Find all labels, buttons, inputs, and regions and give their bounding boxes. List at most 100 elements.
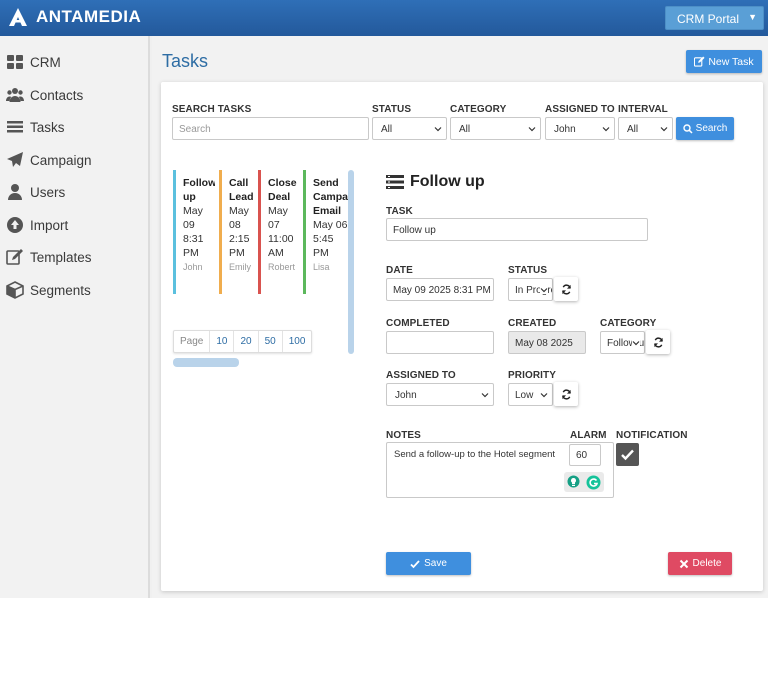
- priority-select[interactable]: Low: [508, 383, 553, 406]
- created-field-label: CREATED: [508, 318, 557, 329]
- assigned-select-value: John: [395, 390, 417, 401]
- category-filter-value: All: [459, 124, 471, 135]
- edit-icon: [694, 56, 705, 67]
- user-icon: [8, 184, 22, 200]
- task-card-follow-up[interactable]: Follow up May 09 8:31 PM John: [173, 170, 215, 294]
- portal-select[interactable]: CRM Portal ▼: [665, 6, 764, 30]
- sidebar-item-segments[interactable]: Segments: [6, 281, 91, 299]
- task-card-assignee: Lisa: [313, 262, 330, 272]
- app-body: CRM Contacts Tasks Campaign Users Import…: [0, 36, 768, 598]
- notification-checkbox[interactable]: [616, 443, 639, 466]
- task-name-input[interactable]: Follow up: [386, 218, 648, 241]
- search-icon: [682, 123, 693, 134]
- top-bar: ANTAMEDIA CRM Portal ▼: [0, 0, 768, 36]
- refresh-priority-button[interactable]: [554, 382, 578, 406]
- status-filter-label: STATUS: [372, 104, 412, 115]
- assigned-filter-label: ASSIGNED TO: [545, 104, 615, 115]
- status-filter-value: All: [381, 124, 393, 135]
- task-card-call-lead[interactable]: Call Lead May 08 2:15 PM Emily: [219, 170, 257, 294]
- date-field-label: DATE: [386, 265, 413, 276]
- sidebar-item-users[interactable]: Users: [6, 183, 65, 201]
- sidebar-item-campaign[interactable]: Campaign: [6, 151, 92, 169]
- sidebar: CRM Contacts Tasks Campaign Users Import…: [0, 36, 150, 598]
- status-field-label: STATUS: [508, 265, 548, 276]
- created-input: May 08 2025: [508, 331, 586, 354]
- alarm-input[interactable]: 60: [569, 444, 601, 466]
- chevron-down-icon: [602, 127, 610, 132]
- assigned-filter-select[interactable]: John: [545, 117, 615, 140]
- sidebar-item-contacts[interactable]: Contacts: [6, 86, 83, 104]
- date-input[interactable]: May 09 2025 8:31 PM: [386, 278, 494, 301]
- lightbulb-icon[interactable]: [567, 475, 580, 489]
- sidebar-item-label: Templates: [30, 249, 92, 265]
- sidebar-item-crm[interactable]: CRM: [6, 53, 61, 71]
- edit-icon: [6, 249, 23, 265]
- sidebar-item-tasks[interactable]: Tasks: [6, 118, 65, 136]
- status-filter-select[interactable]: All: [372, 117, 447, 140]
- users-icon: [6, 88, 24, 102]
- pager-label: Page: [180, 336, 204, 347]
- import-icon: [7, 217, 23, 233]
- category-field-label: CATEGORY: [600, 318, 657, 329]
- main-content: Tasks New Task SEARCH TASKS Search STATU…: [152, 36, 768, 598]
- priority-select-value: Low: [515, 390, 534, 401]
- notes-field-label: NOTES: [386, 430, 421, 441]
- chevron-down-icon: [540, 393, 548, 398]
- cards-vertical-scrollbar[interactable]: [348, 170, 354, 354]
- task-card-send-campaign-email[interactable]: Send Campaign Email May 06 5:45 PM Lisa: [303, 170, 348, 294]
- completed-input[interactable]: [386, 331, 494, 354]
- assigned-select[interactable]: John: [386, 383, 494, 406]
- chevron-down-icon: [434, 127, 442, 132]
- interval-filter-select[interactable]: All: [618, 117, 673, 140]
- new-task-button[interactable]: New Task: [686, 50, 762, 73]
- portal-select-value: CRM Portal: [677, 12, 740, 26]
- search-input[interactable]: Search: [172, 117, 369, 140]
- delete-button[interactable]: Delete: [668, 552, 732, 575]
- notification-field-label: NOTIFICATION: [616, 430, 688, 441]
- task-card-date: May 09 8:31 PM: [183, 205, 204, 259]
- page-size-100[interactable]: 100: [281, 331, 312, 352]
- task-card-date: May 06 5:45 PM: [313, 219, 348, 259]
- page-size-50[interactable]: 50: [257, 331, 282, 352]
- delete-button-label: Delete: [692, 558, 722, 569]
- grid-icon: [7, 55, 23, 69]
- sidebar-item-label: Campaign: [30, 152, 92, 168]
- interval-filter-value: All: [627, 124, 639, 135]
- cards-horizontal-scrollbar[interactable]: [173, 358, 239, 367]
- interval-filter-label: INTERVAL: [618, 104, 668, 115]
- chevron-down-icon: [528, 127, 536, 132]
- page-size-20[interactable]: 20: [233, 331, 257, 352]
- brand-name: ANTAMEDIA: [36, 7, 142, 26]
- sidebar-item-templates[interactable]: Templates: [6, 248, 92, 266]
- chevron-down-icon: [481, 393, 489, 398]
- task-field-label: TASK: [386, 206, 413, 217]
- save-button[interactable]: Save: [386, 552, 471, 575]
- refresh-category-button[interactable]: [646, 330, 670, 354]
- priority-field-label: PRIORITY: [508, 370, 557, 381]
- task-detail-title: Follow up: [386, 173, 485, 191]
- sidebar-item-label: Users: [30, 184, 66, 200]
- save-button-label: Save: [424, 558, 447, 569]
- task-card-assignee: Robert: [268, 262, 296, 272]
- assigned-filter-value: John: [554, 124, 576, 135]
- sidebar-item-import[interactable]: Import: [6, 216, 68, 234]
- status-select[interactable]: In Progress: [508, 278, 553, 301]
- sidebar-item-label: Import: [30, 217, 69, 233]
- assigned-field-label: ASSIGNED TO: [386, 370, 456, 381]
- page-size-10[interactable]: 10: [209, 331, 233, 352]
- grammarly-icon[interactable]: [586, 475, 601, 490]
- task-detail-title-text: Follow up: [410, 173, 485, 190]
- task-card-close-deal[interactable]: Close Deal May 07 11:00 AM Robert: [258, 170, 302, 294]
- search-tasks-label: SEARCH TASKS: [172, 104, 252, 115]
- search-button[interactable]: Search: [676, 117, 734, 140]
- refresh-icon: [561, 388, 571, 400]
- category-select[interactable]: Follow up: [600, 331, 645, 354]
- category-filter-select[interactable]: All: [450, 117, 541, 140]
- sidebar-item-label: Contacts: [30, 87, 84, 103]
- writing-assistant-icons: [564, 472, 604, 492]
- chevron-down-icon: [660, 127, 668, 132]
- brand[interactable]: ANTAMEDIA: [8, 7, 141, 27]
- paper-plane-icon: [7, 152, 23, 167]
- refresh-status-button[interactable]: [554, 277, 578, 301]
- check-icon: [621, 449, 634, 461]
